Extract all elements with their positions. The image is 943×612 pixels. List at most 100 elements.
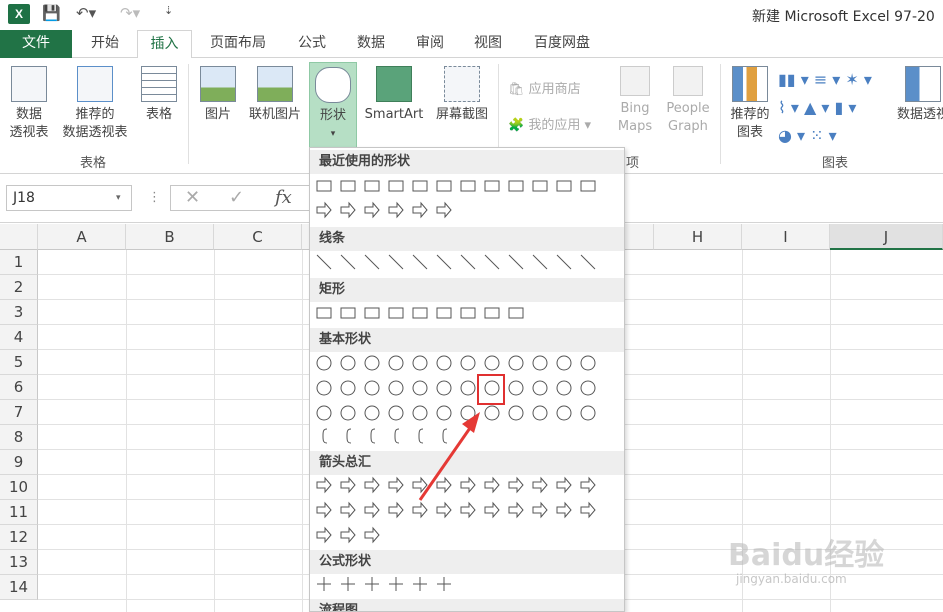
tab-insert[interactable]: 插入 [137,30,192,59]
tab-review[interactable]: 审阅 [405,30,455,58]
shape-option[interactable] [506,475,526,495]
row-header[interactable]: 11 [0,500,38,525]
shape-option[interactable] [458,475,478,495]
shape-option[interactable] [362,378,382,398]
column-header[interactable]: I [742,224,830,250]
shape-option[interactable] [458,353,478,373]
shape-option[interactable] [410,252,430,272]
shape-option[interactable] [314,200,334,220]
tab-formulas[interactable]: 公式 [288,30,336,58]
shape-option[interactable] [434,353,454,373]
redo-icon[interactable]: ↷▾ [120,4,140,22]
shape-option[interactable] [362,525,382,545]
shape-option[interactable] [482,475,502,495]
shape-option[interactable] [434,200,454,220]
shape-option[interactable] [506,252,526,272]
shape-option[interactable] [578,403,598,423]
row-header[interactable]: 12 [0,525,38,550]
row-header[interactable]: 6 [0,375,38,400]
shape-option[interactable] [458,378,478,398]
save-icon[interactable]: 💾 [42,4,61,22]
row-header[interactable]: 13 [0,550,38,575]
column-header[interactable]: C [214,224,302,250]
shape-option[interactable] [386,403,406,423]
app-store-button[interactable]: 🛍 应用商店 [508,78,581,97]
shape-option[interactable] [362,252,382,272]
shape-option[interactable] [530,475,550,495]
select-all-corner[interactable] [0,224,38,250]
shape-option[interactable] [506,500,526,520]
people-graph-button[interactable]: People Graph [660,66,716,136]
table-button[interactable]: 表格 [138,66,180,124]
shape-option[interactable] [554,176,574,196]
shape-option[interactable] [434,378,454,398]
customize-toolbar-icon[interactable]: ⇣ [164,4,173,17]
shape-option[interactable] [434,574,454,594]
bing-maps-button[interactable]: Bing Maps [612,66,658,136]
shape-option[interactable] [386,574,406,594]
shape-option[interactable] [386,303,406,323]
row-header[interactable]: 14 [0,575,38,600]
shape-option[interactable] [338,574,358,594]
recommended-pivot-button[interactable]: 推荐的 数据透视表 [56,66,134,142]
row-header[interactable]: 1 [0,250,38,275]
tab-home[interactable]: 开始 [80,30,130,58]
screenshot-button[interactable]: 屏幕截图 [430,66,494,124]
shape-option[interactable] [434,403,454,423]
shape-option[interactable] [578,475,598,495]
confirm-icon[interactable]: ✓ [229,187,244,208]
recommended-charts-button[interactable]: 推荐的 图表 [726,66,774,142]
shape-option[interactable] [578,500,598,520]
shape-option[interactable] [314,176,334,196]
shape-option[interactable] [338,500,358,520]
shape-option[interactable] [434,252,454,272]
shape-option[interactable] [506,353,526,373]
shape-option[interactable] [482,176,502,196]
shape-option[interactable] [362,500,382,520]
shape-option[interactable] [362,353,382,373]
chart-types-icons[interactable]: ▮▮ ▾ ≡ ▾ ✶ ▾ ⌇ ▾ ▲ ▾ ▮ ▾ ◕ ▾ ⁙ ▾ [778,66,872,150]
shape-option[interactable] [338,426,358,446]
shape-option[interactable] [386,353,406,373]
shape-option[interactable] [434,426,454,446]
shape-option[interactable] [554,475,574,495]
shape-option[interactable] [338,475,358,495]
shape-option[interactable] [554,500,574,520]
shape-option[interactable] [554,252,574,272]
shape-option[interactable] [506,378,526,398]
shape-option[interactable] [338,353,358,373]
shape-option[interactable] [362,475,382,495]
column-header[interactable]: B [126,224,214,250]
shape-option[interactable] [458,303,478,323]
shape-option[interactable] [530,378,550,398]
shape-option[interactable] [362,303,382,323]
shape-option[interactable] [434,500,454,520]
shape-option[interactable] [530,252,550,272]
shape-option[interactable] [458,252,478,272]
shape-option[interactable] [530,176,550,196]
shape-option[interactable] [386,200,406,220]
name-box-dropdown-icon[interactable]: ▾ [116,193,121,203]
column-header[interactable]: A [38,224,126,250]
shape-option[interactable] [434,176,454,196]
shape-option[interactable] [410,303,430,323]
shape-option[interactable] [314,525,334,545]
shape-option[interactable] [338,176,358,196]
shape-option[interactable] [314,500,334,520]
shape-option[interactable] [386,252,406,272]
picture-button[interactable]: 图片 [196,66,240,124]
pivot-table-button[interactable]: 数据 透视表 [4,66,54,142]
row-header[interactable]: 5 [0,350,38,375]
shape-option[interactable] [434,475,454,495]
shape-option[interactable] [530,403,550,423]
shape-option[interactable] [410,200,430,220]
row-header[interactable]: 3 [0,300,38,325]
shape-option[interactable] [338,303,358,323]
insert-function-icon[interactable]: fx [275,187,292,208]
shape-option[interactable] [530,500,550,520]
cancel-icon[interactable]: ✕ [185,187,200,208]
shape-option[interactable] [362,426,382,446]
shape-option[interactable] [410,403,430,423]
shape-option[interactable] [386,426,406,446]
shape-option[interactable] [578,378,598,398]
